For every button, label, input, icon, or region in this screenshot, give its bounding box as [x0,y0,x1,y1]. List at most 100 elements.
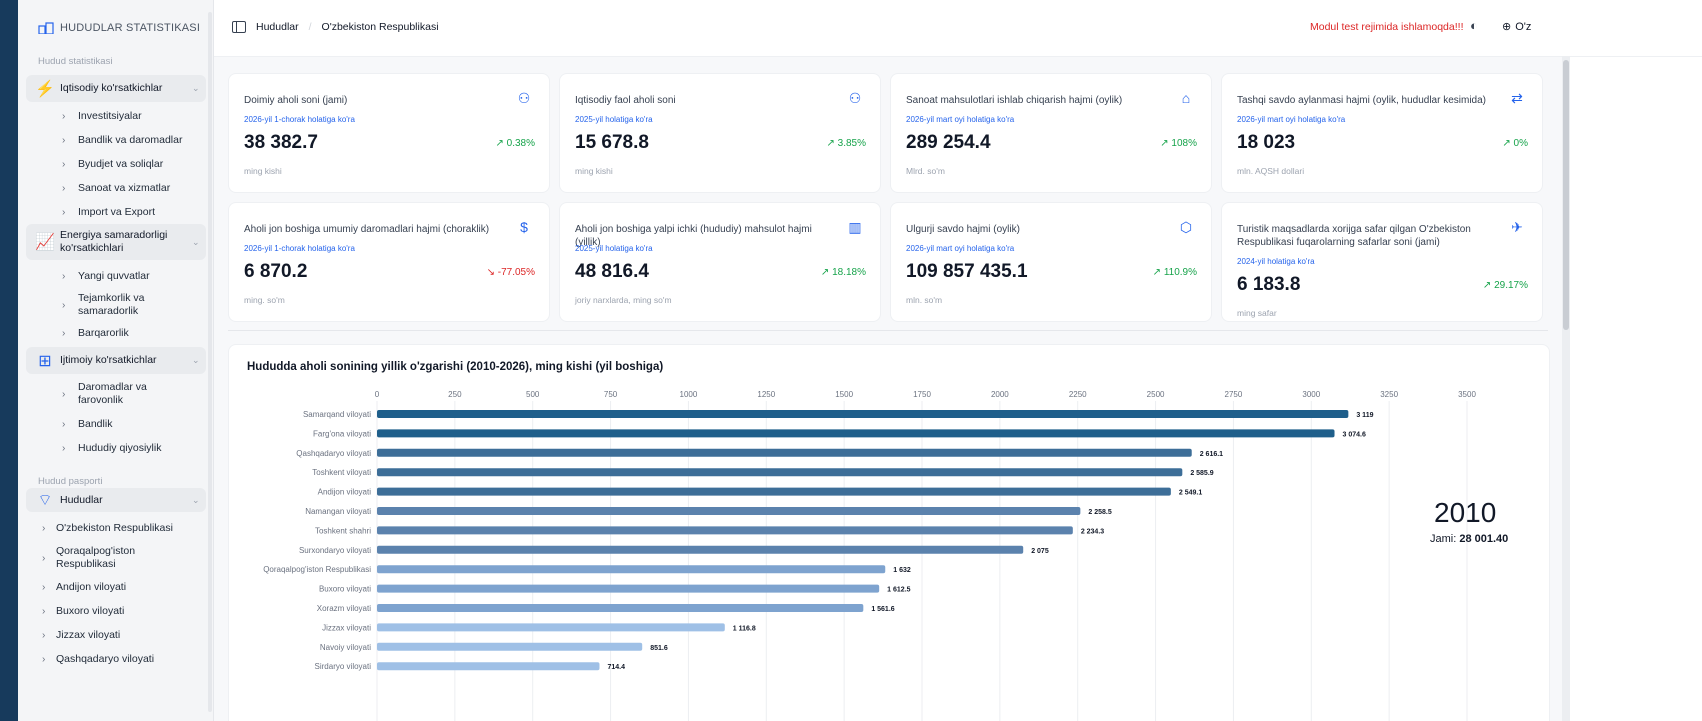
trend-up-icon: ↗ [1482,280,1495,291]
sidebar-item-label: Barqarorlik [78,327,129,339]
data-label: 2 258.5 [1088,509,1111,516]
chart-total: Jami: 28 001.40 [1430,533,1508,545]
x-tick-label: 500 [526,390,540,399]
trend-up-icon: ↗ [1152,267,1164,278]
kpi-change-value: 0.38% [506,138,535,149]
chevron-right-icon: › [62,300,66,311]
sidebar-item[interactable]: › Hududiy qiyosiylik [62,442,161,455]
trend-down-icon: ↘ [486,267,498,278]
data-label: 2 234.3 [1081,528,1104,535]
kpi-date: 2026-yil mart oyi holatiga ko'ra [906,244,1015,253]
kpi-change: ↗ 3.85% [826,138,866,149]
chevron-down-icon: ⌄ [192,494,200,505]
main-scrollbar[interactable] [1562,56,1570,721]
chevron-right-icon: › [42,582,46,593]
y-category-label: Qashqadaryo viloyati [296,449,371,458]
region-item[interactable]: › Jizzax viloyati [42,629,120,642]
chevron-right-icon: › [62,111,66,122]
y-category-label: Toshkent viloyati [312,468,371,477]
y-category-label: Toshkent shahri [315,526,371,535]
kpi-unit: mln. AQSH dollari [1237,166,1305,176]
sidebar-item[interactable]: › Yangi quvvatlar [62,270,150,283]
y-category-label: Qoraqalpog'iston Respublikasi [263,565,371,574]
kpi-date: 2025-yil holatiga ko'ra [575,115,653,124]
trend-up-icon: ↗ [826,138,838,149]
kpi-change-value: 108% [1171,138,1197,149]
data-bar [377,526,1073,535]
scrollbar-thumb[interactable] [1563,60,1569,330]
kpi-card[interactable]: Turistik maqsadlarda xorijga safar qilga… [1221,202,1543,322]
sidebar-item[interactable]: › Tejamkorlik va samaradorlik [62,292,182,318]
group-label: Hududlar [60,493,103,506]
sidebar-item-label: Sanoat va xizmatlar [78,182,171,194]
kpi-value: 38 382.7 [244,132,318,153]
data-label: 851.6 [650,645,668,652]
y-category-label: Sirdaryo viloyati [315,662,372,671]
test-mode-warning: Modul test rejimida ishlamoqda!!! [1310,21,1464,33]
kpi-card[interactable]: Ulgurji savdo hajmi (oylik) ⬡ 2026-yil mar… [890,202,1212,322]
kpi-value: 18 023 [1237,132,1296,153]
sidebar-item[interactable]: › Daromadlar va farovonlik [62,381,182,407]
kpi-card[interactable]: Aholi jon boshiga yalpi ichki (hududiy) … [559,202,881,322]
kpi-card[interactable]: Aholi jon boshiga umumiy daromadlari haj… [228,202,550,322]
y-category-label: Samarqand viloyati [303,410,371,419]
group-regions[interactable]: ⌔ Hududlar ⌄ [26,488,206,512]
kpi-value: 6 183.8 [1237,274,1301,295]
sidebar-item[interactable]: › Import va Export [62,206,155,219]
sidebar-item[interactable]: › Investitsiyalar [62,110,142,123]
sidebar-header[interactable]: HUDUDLAR STATISTIKASI [38,22,200,34]
group-energy[interactable]: 📈 Energiya samaradorligi ko'rsatkichlari… [26,224,206,260]
breadcrumb-item[interactable]: Hududlar [256,21,299,33]
chevron-right-icon: › [62,389,66,400]
chevron-right-icon: › [62,183,66,194]
population-chart-card: Hududda aholi sonining yillik o'zgarishi… [228,344,1550,721]
sidebar-item[interactable]: › Bandlik va daromadlar [62,134,182,147]
sidebar-item[interactable]: › Barqarorlik [62,327,129,340]
kpi-card[interactable]: Sanoat mahsulotlari ishlab chiqarish haj… [890,73,1212,193]
sidebar-item[interactable]: › Sanoat va xizmatlar [62,182,170,195]
region-item[interactable]: › Qoraqalpog'iston Respublikasi [42,545,182,571]
sidebar-item[interactable]: › Bandlik [62,418,112,431]
sidebar-item[interactable]: › Byudjet va soliqlar [62,158,163,171]
region-item[interactable]: › Buxoro viloyati [42,605,124,618]
map-icon: ⌔ [37,492,53,509]
language-label: O'z [1515,20,1532,33]
sidebar-scrollbar[interactable] [208,12,212,712]
app-title: HUDUDLAR STATISTIKASI [60,22,201,34]
kpi-title: Sanoat mahsulotlari ishlab chiqarish haj… [906,95,1123,106]
sidebar-item-label: Bandlik va daromadlar [78,134,183,146]
section-label: Hudud pasporti [38,476,103,487]
region-label: Qoraqalpog'iston Respublikasi [56,545,136,570]
sidebar-toggle-icon[interactable] [232,21,246,33]
region-item[interactable]: › Qashqadaryo viloyati [42,653,154,666]
x-tick-label: 1250 [757,390,775,399]
kpi-title: Iqtisodiy faol aholi soni [575,95,676,106]
region-item[interactable]: › O'zbekiston Respublikasi [42,522,173,535]
kpi-value: 15 678.8 [575,132,649,153]
kpi-title: Aholi jon boshiga umumiy daromadlari haj… [244,224,490,235]
kpi-card[interactable]: Tashqi savdo aylanmasi hajmi (oylik, hud… [1221,73,1543,193]
kpi-card[interactable]: Iqtisodiy faol aholi soni ⚇ 2025-yil holat… [559,73,881,193]
kpi-unit: ming kishi [575,166,613,176]
group-economic[interactable]: ⚡ Iqtisodiy ko'rsatkichlar ⌄ [26,75,206,102]
language-selector[interactable]: ⊕ O'z [1502,20,1532,34]
kpi-change-value: 18.18% [832,267,866,278]
region-item[interactable]: › Andijon viloyati [42,581,126,594]
x-tick-label: 2500 [1147,390,1165,399]
theme-toggle-icon[interactable]: ◐ [1470,18,1478,33]
kpi-date: 2026-yil mart oyi holatiga ko'ra [906,115,1015,124]
kpi-card[interactable]: Doimiy aholi soni (jami) ⚇ 2026-yil 1-chor… [228,73,550,193]
bar-chart-icon: ▥ [848,219,862,235]
lightning-icon: ⚡ [35,80,55,98]
data-label: 1 561.6 [871,606,894,613]
y-category-label: Namangan viloyati [305,507,371,516]
chevron-right-icon: › [42,523,46,534]
group-social[interactable]: ⊞ Ijtimoiy ko'rsatkichlar ⌄ [26,347,206,374]
kpi-change: ↗ 110.9% [1153,267,1197,278]
exchange-icon: ⇄ [1511,90,1523,106]
kpi-value: 289 254.4 [906,132,991,153]
breadcrumb-current: O'zbekiston Respublikasi [321,21,439,33]
chevron-right-icon: › [62,419,66,430]
group-label: Iqtisodiy ko'rsatkichlar [60,82,163,94]
data-bar [377,604,864,612]
